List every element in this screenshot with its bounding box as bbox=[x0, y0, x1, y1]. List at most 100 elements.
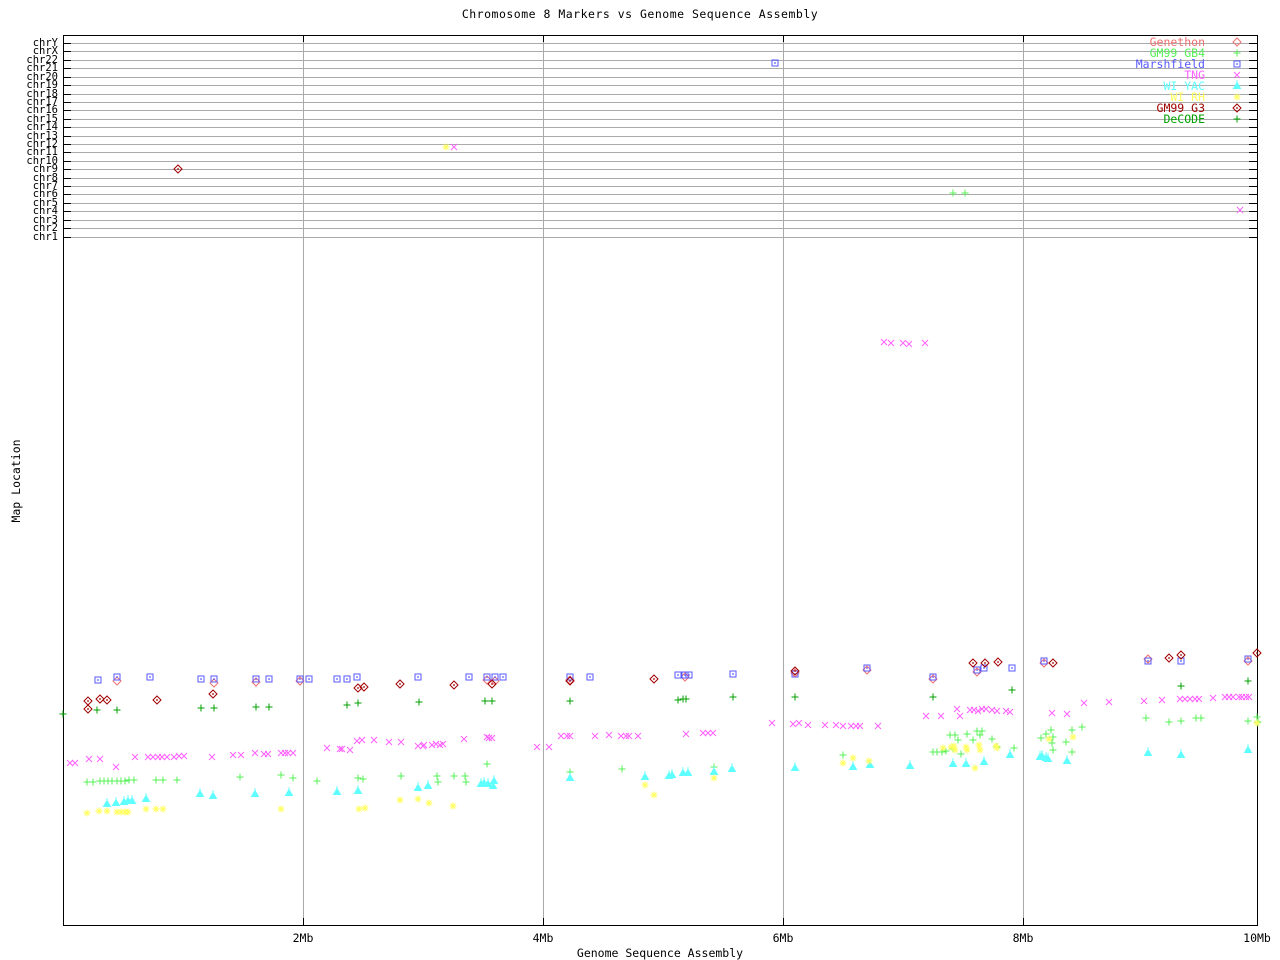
series-gm99-gb4-marker bbox=[277, 771, 285, 779]
series-gm99-g3-marker bbox=[1256, 652, 1258, 654]
series-wi-yac-marker bbox=[199, 788, 201, 790]
series-tng-marker bbox=[856, 722, 864, 730]
series-tng-marker bbox=[768, 719, 776, 727]
series-marshfield-marker bbox=[1180, 660, 1182, 662]
series-tng-marker bbox=[709, 729, 717, 737]
series-tng-marker bbox=[1176, 695, 1184, 703]
series-marshfield-marker bbox=[468, 676, 470, 678]
series-gm99-g3-marker bbox=[453, 684, 455, 686]
series-wi-yac-marker bbox=[115, 797, 117, 799]
series-wi-yac-marker bbox=[131, 795, 133, 797]
series-tng-marker bbox=[622, 732, 630, 740]
series-wi-yac-marker bbox=[489, 776, 499, 784]
series-gm99-gb4-marker bbox=[1197, 714, 1205, 722]
series-wi-rh-marker bbox=[1069, 733, 1077, 741]
series-gm99-g3-marker bbox=[997, 661, 999, 663]
series-wi-yac-marker bbox=[682, 767, 684, 769]
series-gm99-gb4-marker bbox=[1253, 713, 1261, 721]
series-tng-marker bbox=[1245, 693, 1253, 701]
series-tng-marker bbox=[237, 751, 245, 759]
series-marshfield-marker bbox=[589, 676, 591, 678]
legend-gm99-g3-marker bbox=[1236, 107, 1238, 109]
series-marshfield-marker bbox=[486, 676, 488, 678]
series-gm99-g3-marker bbox=[972, 662, 974, 664]
series-wi-yac-marker bbox=[284, 788, 294, 796]
series-wi-yac-marker bbox=[961, 759, 971, 767]
series-tng-marker bbox=[1209, 694, 1217, 702]
series-tng-marker bbox=[699, 729, 707, 737]
series-tng-marker bbox=[563, 732, 571, 740]
series-marshfield-marker bbox=[774, 62, 776, 64]
series-tng-marker bbox=[557, 732, 565, 740]
series-marshfield-marker bbox=[268, 678, 270, 680]
series-decode-marker bbox=[929, 693, 937, 701]
series-gm99-g3-marker bbox=[984, 662, 986, 664]
series-tng-marker bbox=[85, 755, 93, 763]
series-wi-yac-marker bbox=[427, 780, 429, 782]
series-wi-rh-marker bbox=[963, 746, 971, 754]
series-marshfield-marker bbox=[356, 676, 358, 678]
series-wi-yac-marker bbox=[909, 760, 911, 762]
series-marshfield-marker bbox=[983, 667, 985, 669]
series-tng-marker bbox=[358, 736, 366, 744]
series-wi-yac-marker bbox=[357, 785, 359, 787]
series-wi-yac-marker bbox=[1066, 755, 1068, 757]
series-wi-yac-marker bbox=[965, 758, 967, 760]
series-tng-marker bbox=[905, 340, 913, 348]
series-gm99-g3-marker bbox=[794, 670, 796, 672]
series-decode-marker bbox=[791, 693, 799, 701]
series-wi-yac-marker bbox=[1062, 756, 1072, 764]
series-marshfield-marker bbox=[1043, 660, 1045, 662]
series-tng-marker bbox=[385, 738, 393, 746]
series-tng-marker bbox=[1048, 709, 1056, 717]
series-tng-marker bbox=[1229, 693, 1237, 701]
series-decode-marker bbox=[210, 704, 218, 712]
series-gm99-gb4-marker bbox=[433, 772, 441, 780]
series-decode-marker bbox=[566, 697, 574, 705]
series-wi-yac-marker bbox=[336, 786, 338, 788]
series-gm99-gb4-marker bbox=[159, 776, 167, 784]
series-wi-rh-marker bbox=[939, 744, 947, 752]
series-wi-rh-marker bbox=[83, 809, 91, 817]
series-marshfield-marker bbox=[255, 678, 257, 680]
series-tng-marker bbox=[591, 732, 599, 740]
series-tng-marker bbox=[289, 749, 297, 757]
series-gm99-g3-marker bbox=[399, 683, 401, 685]
series-gm99-g3-marker bbox=[212, 693, 214, 695]
series-wi-yac-marker bbox=[979, 757, 989, 765]
series-tng-marker bbox=[1236, 206, 1244, 214]
series-tng-marker bbox=[982, 705, 990, 713]
series-tng-marker bbox=[281, 749, 289, 757]
legend-genethon-marker bbox=[1232, 37, 1242, 47]
series-tng-marker bbox=[1006, 708, 1014, 716]
series-gm99-gb4-marker bbox=[1078, 723, 1086, 731]
series-wi-yac-marker bbox=[413, 783, 423, 791]
series-wi-yac-marker bbox=[790, 763, 800, 771]
series-tng-marker bbox=[96, 755, 104, 763]
series-wi-yac-marker bbox=[905, 761, 915, 769]
legend-label-decode: DeCODE bbox=[1163, 112, 1205, 126]
series-tng-marker bbox=[485, 734, 493, 742]
series-tng-marker bbox=[874, 722, 882, 730]
series-wi-yac-marker bbox=[1243, 745, 1253, 753]
series-marshfield-marker bbox=[213, 678, 215, 680]
series-wi-rh-marker bbox=[142, 805, 150, 813]
series-tng-marker bbox=[175, 752, 183, 760]
series-gm99-g3-marker bbox=[491, 683, 493, 685]
series-gm99-gb4-marker bbox=[1010, 744, 1018, 752]
series-tng-marker bbox=[993, 707, 1001, 715]
series-tng-marker bbox=[71, 759, 79, 767]
series-wi-yac-marker bbox=[713, 766, 715, 768]
series-wi-yac-marker bbox=[794, 762, 796, 764]
series-tng-marker bbox=[180, 752, 188, 760]
series-gm99-g3-marker bbox=[87, 708, 89, 710]
series-wi-yac-marker bbox=[671, 769, 673, 771]
series-wi-yac-marker bbox=[1041, 750, 1043, 752]
series-gm99-gb4-marker bbox=[461, 772, 469, 780]
series-gm99-gb4-marker bbox=[1068, 748, 1076, 756]
series-wi-yac-marker bbox=[731, 763, 733, 765]
series-tng-marker bbox=[704, 729, 712, 737]
series-marshfield-marker bbox=[1147, 660, 1149, 662]
series-gm99-gb4-marker bbox=[462, 778, 470, 786]
series-gm99-gb4-marker bbox=[1068, 726, 1076, 734]
